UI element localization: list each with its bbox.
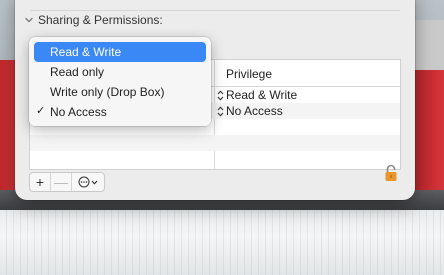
- menu-item-write-only[interactable]: Write only (Drop Box): [34, 82, 206, 102]
- privilege-value: No Access: [226, 104, 283, 118]
- menu-item-label: Read & Write: [50, 45, 122, 59]
- privilege-popup-menu: Read & Write Read only Write only (Drop …: [29, 37, 211, 126]
- add-user-button[interactable]: +: [30, 173, 50, 191]
- privilege-popup[interactable]: Read & Write: [217, 88, 297, 102]
- menu-item-label: No Access: [50, 105, 107, 119]
- checkmark-icon: ✓: [36, 105, 46, 117]
- menu-item-label: Write only (Drop Box): [50, 85, 165, 99]
- section-divider: [30, 10, 400, 11]
- menu-item-read-only[interactable]: Read only: [34, 62, 206, 82]
- chevron-down-icon: [91, 180, 98, 185]
- background-snow: [0, 210, 444, 275]
- empty-row: [30, 151, 400, 167]
- empty-row: [30, 135, 400, 151]
- table-toolbar: + —: [29, 172, 105, 192]
- section-title: Sharing & Permissions:: [38, 13, 163, 27]
- sharing-permissions-header[interactable]: Sharing & Permissions:: [24, 13, 163, 27]
- ellipsis-circle-icon: [78, 176, 90, 188]
- menu-item-read-write[interactable]: Read & Write: [34, 42, 206, 62]
- up-down-arrows-icon: [217, 105, 224, 117]
- privilege-value: Read & Write: [226, 88, 298, 102]
- background-building: [414, 20, 444, 70]
- menu-item-label: Read only: [50, 65, 105, 79]
- action-menu-button[interactable]: [71, 173, 104, 191]
- remove-user-button[interactable]: —: [50, 173, 71, 191]
- menu-item-no-access[interactable]: ✓ No Access: [34, 102, 206, 122]
- column-header-privilege[interactable]: Privilege: [226, 67, 272, 81]
- lock-icon[interactable]: [383, 163, 399, 183]
- background-red-tram-right: [414, 70, 444, 205]
- privilege-popup[interactable]: No Access: [217, 104, 283, 118]
- up-down-arrows-icon: [217, 89, 224, 101]
- chevron-down-icon[interactable]: [24, 15, 34, 25]
